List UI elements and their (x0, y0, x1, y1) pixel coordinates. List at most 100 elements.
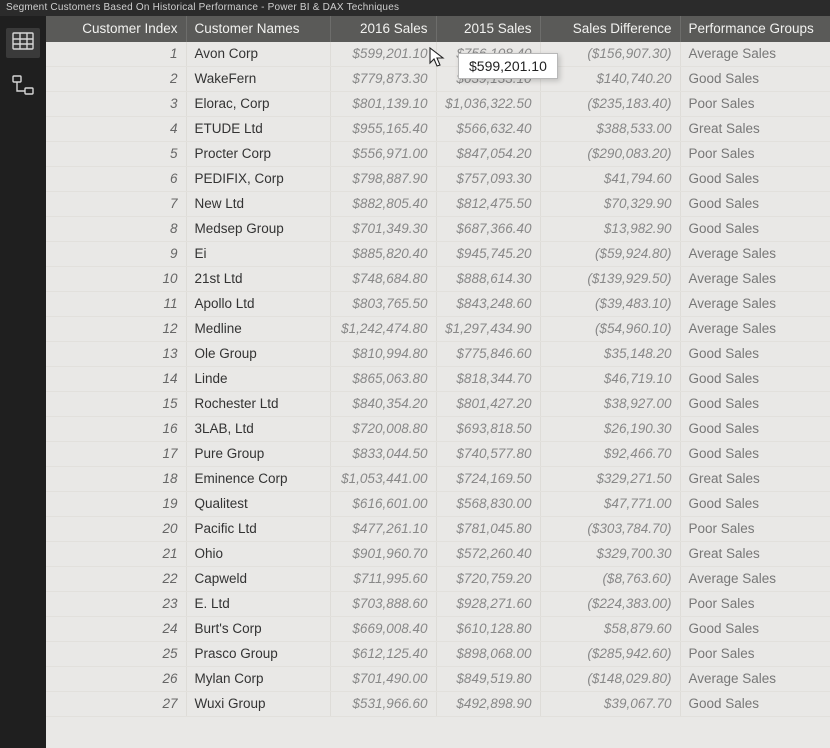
cell-index: 25 (46, 642, 186, 667)
cell-diff: $26,190.30 (540, 417, 680, 442)
cell-2016-sales: $798,887.90 (330, 167, 436, 192)
table-row[interactable]: 9Ei$885,820.40$945,745.20($59,924.80)Ave… (46, 242, 830, 267)
cell-2016-sales: $810,994.80 (330, 342, 436, 367)
nav-model-view[interactable] (6, 72, 40, 102)
cell-group: Good Sales (680, 217, 830, 242)
table-row[interactable]: 25Prasco Group$612,125.40$898,068.00($28… (46, 642, 830, 667)
table-row[interactable]: 4ETUDE Ltd$955,165.40$566,632.40$388,533… (46, 117, 830, 142)
table-row[interactable]: 17Pure Group$833,044.50$740,577.80$92,46… (46, 442, 830, 467)
cell-2016-sales: $901,960.70 (330, 542, 436, 567)
cell-index: 13 (46, 342, 186, 367)
table-row[interactable]: 3Elorac, Corp$801,139.10$1,036,322.50($2… (46, 92, 830, 117)
cell-name: Qualitest (186, 492, 330, 517)
table-row[interactable]: 1021st Ltd$748,684.80$888,614.30($139,92… (46, 267, 830, 292)
table-row[interactable]: 12Medline$1,242,474.80$1,297,434.90($54,… (46, 317, 830, 342)
cell-group: Poor Sales (680, 592, 830, 617)
cell-diff: ($303,784.70) (540, 517, 680, 542)
table-row[interactable]: 15Rochester Ltd$840,354.20$801,427.20$38… (46, 392, 830, 417)
cell-diff: $329,700.30 (540, 542, 680, 567)
cell-group: Good Sales (680, 67, 830, 92)
cell-2015-sales: $812,475.50 (436, 192, 540, 217)
cell-index: 21 (46, 542, 186, 567)
cell-2016-sales: $556,971.00 (330, 142, 436, 167)
cell-diff: $13,982.90 (540, 217, 680, 242)
table-row[interactable]: 22Capweld$711,995.60$720,759.20($8,763.6… (46, 567, 830, 592)
col-header-group[interactable]: Performance Groups (680, 16, 830, 42)
cell-name: Pure Group (186, 442, 330, 467)
table-row[interactable]: 20Pacific Ltd$477,261.10$781,045.80($303… (46, 517, 830, 542)
cell-diff: $46,719.10 (540, 367, 680, 392)
table-row[interactable]: 8Medsep Group$701,349.30$687,366.40$13,9… (46, 217, 830, 242)
table-row[interactable]: 19Qualitest$616,601.00$568,830.00$47,771… (46, 492, 830, 517)
table-row[interactable]: 14Linde$865,063.80$818,344.70$46,719.10G… (46, 367, 830, 392)
col-header-index[interactable]: Customer Index (46, 16, 186, 42)
cell-2015-sales: $781,045.80 (436, 517, 540, 542)
cell-group: Good Sales (680, 417, 830, 442)
cell-index: 18 (46, 467, 186, 492)
cell-index: 27 (46, 692, 186, 717)
cell-name: Medline (186, 317, 330, 342)
table-row[interactable]: 7New Ltd$882,805.40$812,475.50$70,329.90… (46, 192, 830, 217)
cell-diff: ($285,942.60) (540, 642, 680, 667)
col-header-2015[interactable]: 2015 Sales (436, 16, 540, 42)
cell-group: Average Sales (680, 242, 830, 267)
cell-index: 14 (46, 367, 186, 392)
cell-name: Rochester Ltd (186, 392, 330, 417)
cell-index: 1 (46, 42, 186, 67)
cell-2016-sales: $840,354.20 (330, 392, 436, 417)
cell-2015-sales: $720,759.20 (436, 567, 540, 592)
cell-2015-sales: $566,632.40 (436, 117, 540, 142)
cell-2015-sales: $775,846.60 (436, 342, 540, 367)
cell-index: 15 (46, 392, 186, 417)
cell-group: Poor Sales (680, 142, 830, 167)
table-row[interactable]: 26Mylan Corp$701,490.00$849,519.80($148,… (46, 667, 830, 692)
table-row[interactable]: 163LAB, Ltd$720,008.80$693,818.50$26,190… (46, 417, 830, 442)
cell-2016-sales: $531,966.60 (330, 692, 436, 717)
table-row[interactable]: 13Ole Group$810,994.80$775,846.60$35,148… (46, 342, 830, 367)
cell-index: 17 (46, 442, 186, 467)
table-row[interactable]: 5Procter Corp$556,971.00$847,054.20($290… (46, 142, 830, 167)
cell-group: Average Sales (680, 317, 830, 342)
col-header-diff[interactable]: Sales Difference (540, 16, 680, 42)
cell-diff: $39,067.70 (540, 692, 680, 717)
table-row[interactable]: 24Burt's Corp$669,008.40$610,128.80$58,8… (46, 617, 830, 642)
cell-2015-sales: $888,614.30 (436, 267, 540, 292)
table-row[interactable]: 21Ohio$901,960.70$572,260.40$329,700.30G… (46, 542, 830, 567)
cell-group: Good Sales (680, 192, 830, 217)
cell-2016-sales: $779,873.30 (330, 67, 436, 92)
cell-diff: $329,271.50 (540, 467, 680, 492)
table-row[interactable]: 27Wuxi Group$531,966.60$492,898.90$39,06… (46, 692, 830, 717)
nav-report-view[interactable] (6, 28, 40, 58)
cell-2015-sales: $849,519.80 (436, 667, 540, 692)
cell-2016-sales: $885,820.40 (330, 242, 436, 267)
cell-name: PEDIFIX, Corp (186, 167, 330, 192)
table-row[interactable]: 2WakeFern$779,873.30$639,133.10$140,740.… (46, 67, 830, 92)
cell-group: Great Sales (680, 467, 830, 492)
cell-name: Apollo Ltd (186, 292, 330, 317)
cell-2016-sales: $703,888.60 (330, 592, 436, 617)
cell-name: Linde (186, 367, 330, 392)
cell-group: Good Sales (680, 367, 830, 392)
cell-2016-sales: $1,242,474.80 (330, 317, 436, 342)
cell-index: 3 (46, 92, 186, 117)
data-table[interactable]: Customer Index Customer Names 2016 Sales… (46, 16, 830, 717)
table-row[interactable]: 23E. Ltd$703,888.60$928,271.60($224,383.… (46, 592, 830, 617)
cell-index: 5 (46, 142, 186, 167)
cell-group: Average Sales (680, 267, 830, 292)
table-row[interactable]: 11Apollo Ltd$803,765.50$843,248.60($39,4… (46, 292, 830, 317)
report-canvas[interactable]: Customer Index Customer Names 2016 Sales… (46, 16, 830, 748)
col-header-name[interactable]: Customer Names (186, 16, 330, 42)
cell-2016-sales: $1,053,441.00 (330, 467, 436, 492)
cell-2016-sales: $701,490.00 (330, 667, 436, 692)
col-header-2016[interactable]: 2016 Sales (330, 16, 436, 42)
table-row[interactable]: 18Eminence Corp$1,053,441.00$724,169.50$… (46, 467, 830, 492)
cell-diff: $92,466.70 (540, 442, 680, 467)
cell-diff: $38,927.00 (540, 392, 680, 417)
table-row[interactable]: 6PEDIFIX, Corp$798,887.90$757,093.30$41,… (46, 167, 830, 192)
cell-group: Good Sales (680, 692, 830, 717)
cell-index: 10 (46, 267, 186, 292)
cell-name: Medsep Group (186, 217, 330, 242)
cell-name: E. Ltd (186, 592, 330, 617)
cell-index: 9 (46, 242, 186, 267)
table-row[interactable]: 1Avon Corp$599,201.10$756,108.40($156,90… (46, 42, 830, 67)
